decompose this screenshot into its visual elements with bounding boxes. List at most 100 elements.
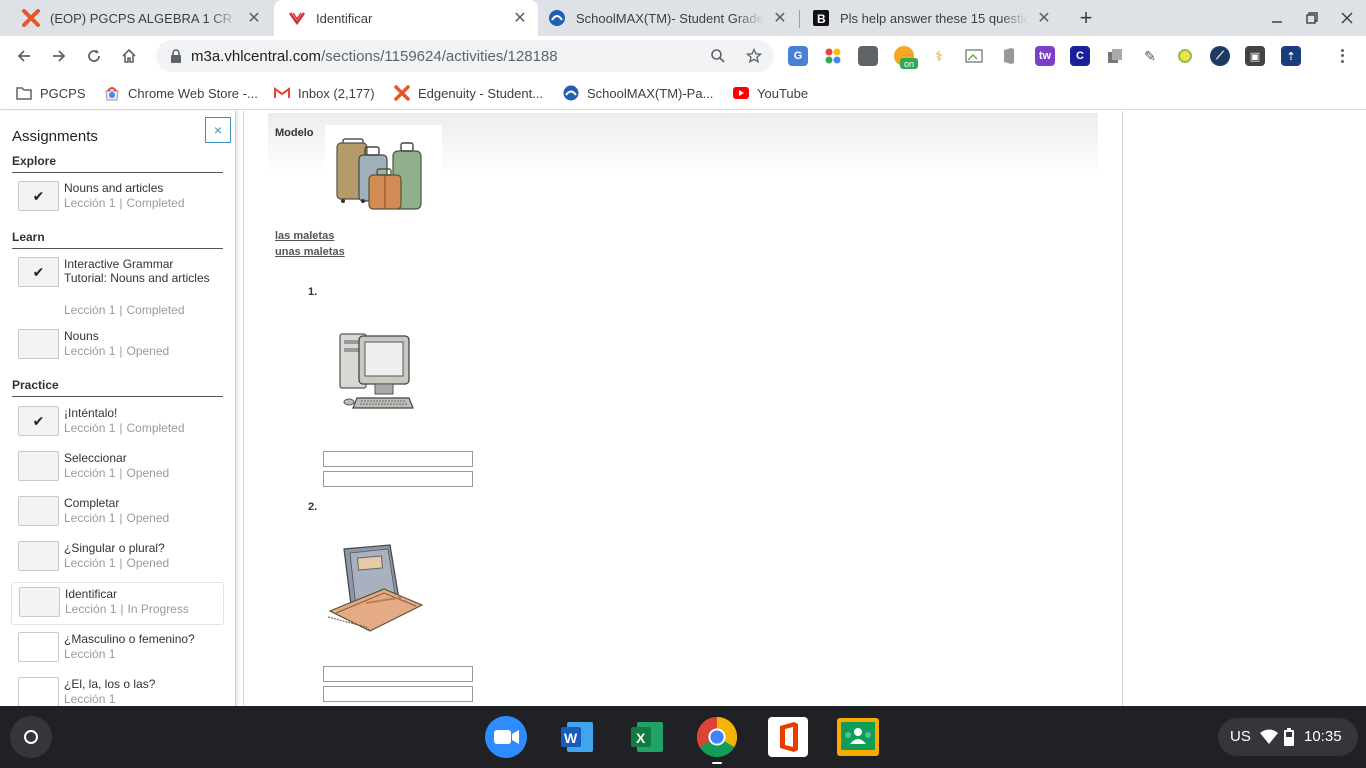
empty-check-icon [18,677,59,706]
answer-input-1b[interactable] [323,471,473,487]
assignment-item[interactable]: ¿Singular o plural? Lección 1 | Opened [11,537,224,577]
clock: 10:35 [1304,728,1342,745]
zoom-icon[interactable] [485,716,527,758]
assignment-item[interactable]: ¿El, la, los o las? Lección 1 [11,673,224,706]
assignment-status: Opened [126,344,170,358]
close-tab-icon[interactable]: ✕ [244,8,264,28]
check-icon: ✔ [18,181,59,211]
ruler-extension-icon[interactable]: ⚕ [929,46,949,66]
svg-text:W: W [564,730,578,746]
launcher-icon[interactable] [10,716,52,758]
office-icon[interactable] [767,716,809,758]
assignment-item[interactable]: ✔ Interactive Grammar Tutorial: Nouns an… [11,253,224,321]
bookmark-star-icon[interactable] [744,46,764,66]
tab-identificar[interactable]: Identificar ✕ [274,0,538,36]
section-learn: Learn [12,230,223,249]
tab-title: SchoolMAX(TM)- Student Grades [576,10,764,26]
tw-extension-icon[interactable]: tw [1035,46,1055,66]
close-tab-icon[interactable]: ✕ [1034,8,1054,28]
assignment-title: Seleccionar [64,451,127,465]
assignment-item[interactable]: ¿Masculino o femenino? Lección 1 [11,628,224,668]
apps-extension-icon[interactable] [823,46,843,66]
answer-input-2a[interactable] [323,666,473,682]
answer-input-1a[interactable] [323,451,473,467]
close-tab-icon[interactable]: ✕ [510,8,530,28]
pen-extension-icon[interactable]: ✎ [1140,46,1160,66]
assignment-item[interactable]: ✔ ¡Inténtalo! Lección 1 | Completed [11,402,224,442]
new-tab-button[interactable]: + [1074,5,1098,30]
office-extension-icon[interactable] [999,46,1019,66]
chrome-icon[interactable] [696,716,738,758]
assignment-meta: Lección 1 | Completed [64,303,185,317]
minimize-icon[interactable] [1265,6,1289,30]
active-app-indicator [712,762,722,764]
assignment-title: ¿Singular o plural? [64,541,165,555]
reload-icon[interactable] [80,42,108,70]
close-sidebar-button[interactable]: × [205,117,231,143]
empty-check-icon [19,587,60,617]
forward-icon[interactable] [45,42,73,70]
assignment-item[interactable]: ✔ Nouns and articles Lección 1 | Completed [11,177,224,217]
url-text: m3a.vhlcentral.com/sections/1159624/acti… [191,48,558,65]
bookmark-schoolmax[interactable]: SchoolMAX(TM)-Pa... [563,83,713,103]
assignment-item-current[interactable]: Identificar Lección 1 | In Progress [11,582,224,625]
excel-icon[interactable]: X [626,716,668,758]
computer-image [333,326,423,416]
assignment-meta: Lección 1 | Completed [64,196,185,210]
assignment-lesson: Lección 1 [64,647,116,661]
zoom-search-icon[interactable] [708,46,728,66]
bookmark-edgenuity[interactable]: Edgenuity - Student... [394,83,543,103]
assignment-title: Interactive Grammar Tutorial: Nouns and … [64,257,210,285]
edgenuity-icon [22,9,40,27]
tab-edgenuity[interactable]: (EOP) PGCPS ALGEBRA 1 CR (FA ✕ [8,0,272,36]
empty-check-icon [18,632,59,662]
tab-schoolmax[interactable]: SchoolMAX(TM)- Student Grades ✕ [534,0,798,36]
assignment-meta: Lección 1 | Opened [64,344,169,358]
assignment-lesson: Lección 1 [64,466,116,480]
chromeos-shelf [0,706,1366,768]
meta-separator: | [119,303,123,317]
meta-separator: | [119,511,123,525]
status-tray[interactable]: US 10:35 [1218,718,1358,756]
lock-icon[interactable] [168,48,184,64]
tab-brainly[interactable]: B Pls help answer these 15 questio ✕ [798,0,1062,36]
copy-extension-icon[interactable] [1105,46,1125,66]
chrome-web-store-icon [104,85,120,101]
screencast-extension-icon[interactable]: ▣ [1245,46,1265,66]
lemon-extension-icon[interactable] [1175,46,1195,66]
back-icon[interactable] [10,42,38,70]
classroom-icon[interactable] [837,716,879,758]
meta-separator: | [119,556,123,570]
chrome-menu-icon[interactable] [1334,44,1350,68]
upload-extension-icon[interactable]: ⇡ [1281,46,1301,66]
screenshot-extension-icon[interactable] [858,46,878,66]
meta-separator: | [119,344,123,358]
restore-icon[interactable] [1300,6,1324,30]
bookmark-youtube[interactable]: YouTube [733,83,808,103]
assignment-title: Nouns [64,329,99,343]
assignment-title: ¿Masculino o femenino? [64,632,195,646]
assignment-meta: Lección 1 | Opened [64,511,169,525]
content-border [243,111,244,706]
translate-extension-icon[interactable]: G [788,46,808,66]
assignment-item[interactable]: Seleccionar Lección 1 | Opened [11,447,224,487]
speedometer-extension-icon[interactable]: ⟋ [1210,46,1230,66]
folder-icon [16,85,32,101]
bookmark-inbox[interactable]: Inbox (2,177) [274,83,375,103]
url-host: m3a.vhlcentral.com [191,48,322,65]
assignment-item[interactable]: Completar Lección 1 | Opened [11,492,224,532]
photo-extension-icon[interactable] [964,46,984,66]
close-window-icon[interactable] [1335,6,1359,30]
input-language: US [1230,728,1251,745]
bookmark-pgcps[interactable]: PGCPS [16,83,86,103]
answer-input-2b[interactable] [323,686,473,702]
battery-icon [1284,728,1294,750]
word-icon[interactable]: W [556,716,598,758]
bookmark-chrome-web-store[interactable]: Chrome Web Store -... [104,83,258,103]
close-tab-icon[interactable]: ✕ [770,8,790,28]
assignment-item[interactable]: Nouns Lección 1 | Opened [11,325,224,365]
address-bar[interactable]: m3a.vhlcentral.com/sections/1159624/acti… [156,40,774,72]
home-icon[interactable] [115,42,143,70]
c-extension-icon[interactable]: C [1070,46,1090,66]
bookmark-label: Chrome Web Store -... [128,85,258,101]
